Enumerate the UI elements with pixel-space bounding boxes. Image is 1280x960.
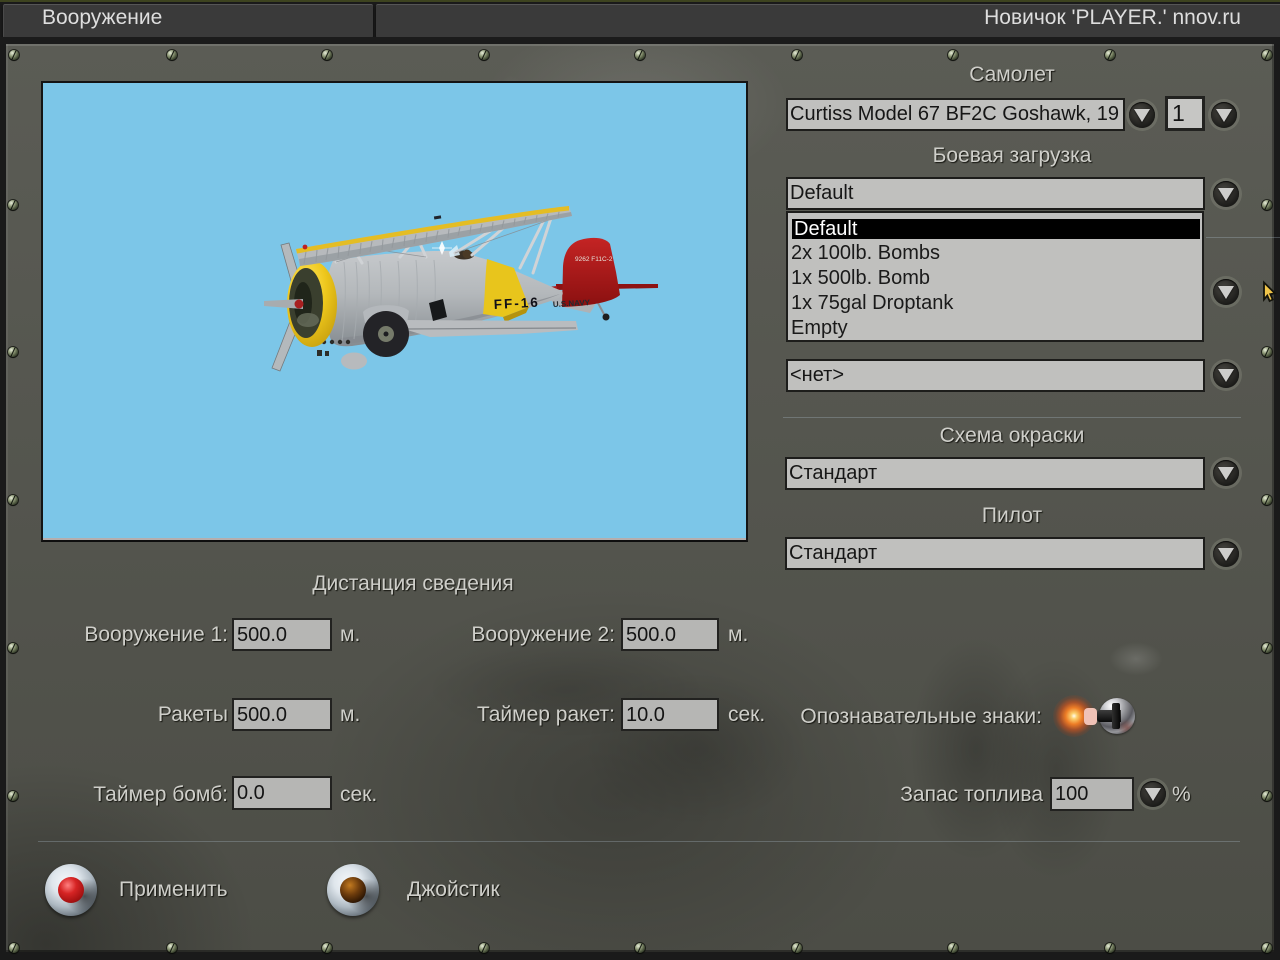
- svg-text:FF-16: FF-16: [493, 295, 540, 312]
- svg-text:9262 F11C-2: 9262 F11C-2: [575, 256, 613, 263]
